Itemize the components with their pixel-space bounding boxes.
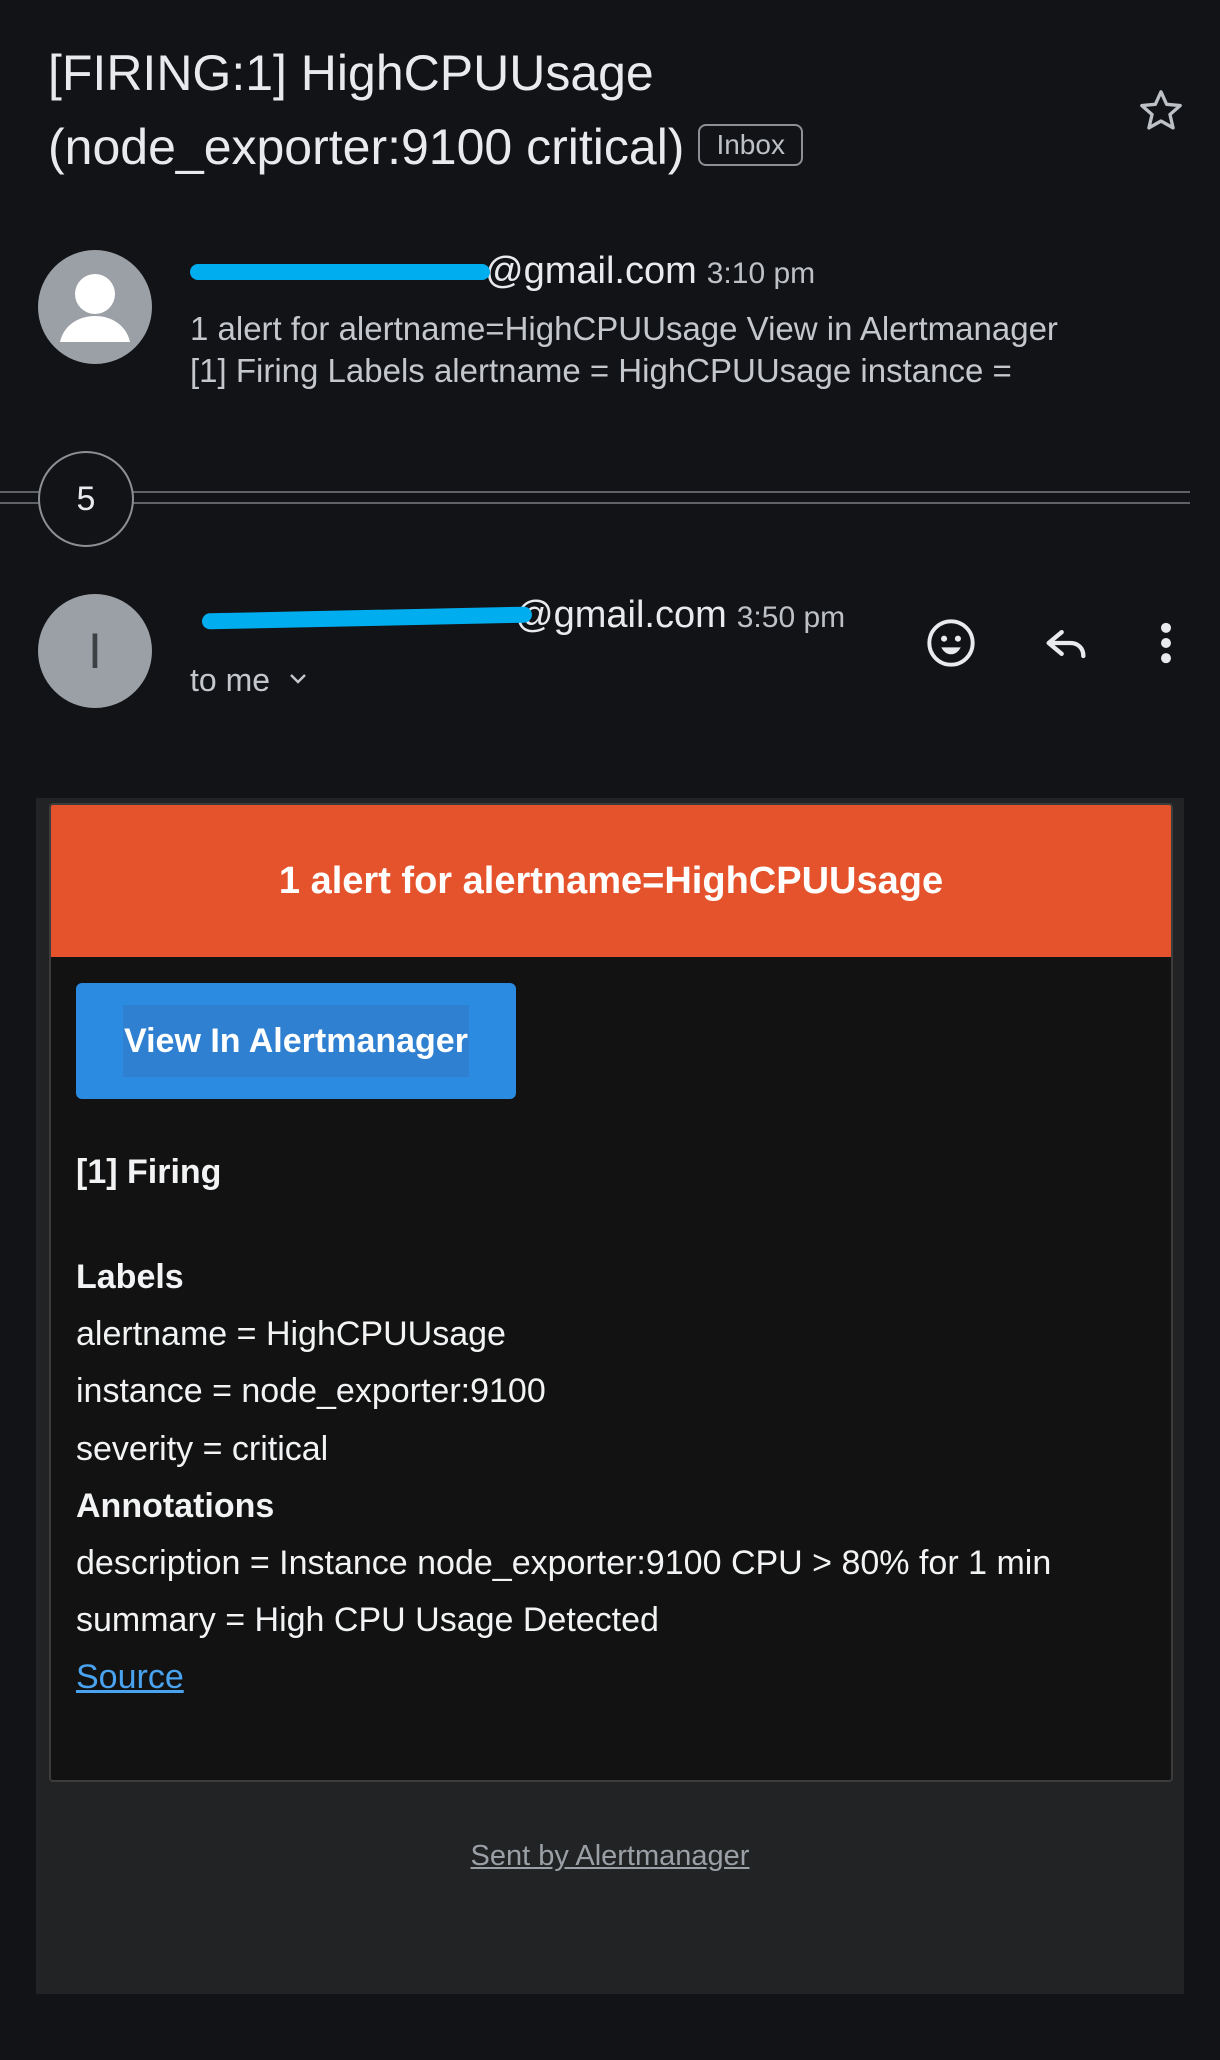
avatar-person-icon[interactable] bbox=[38, 250, 152, 364]
subject-line-2-text: (node_exporter:9100 critical) bbox=[48, 119, 685, 175]
firing-title: [1] Firing bbox=[76, 1153, 222, 1191]
annotations-title: Annotations bbox=[76, 1487, 275, 1525]
annotation-summary: summary = High CPU Usage Detected bbox=[76, 1601, 659, 1639]
view-in-alertmanager-button[interactable]: View In Alertmanager bbox=[76, 983, 516, 1099]
message-1-snippet-line-2[interactable]: [1] Firing Labels alertname = HighCPUUsa… bbox=[190, 350, 1012, 392]
source-link[interactable]: Source bbox=[76, 1658, 184, 1697]
label-instance: instance = node_exporter:9100 bbox=[76, 1372, 546, 1410]
message-2-sender-row[interactable]: @gmail.com 3:50 pm bbox=[190, 594, 890, 644]
message-1-sender-row[interactable]: @gmail.com 3:10 pm bbox=[190, 250, 1090, 300]
star-icon[interactable] bbox=[1136, 86, 1186, 136]
chevron-down-icon bbox=[286, 666, 310, 695]
message-1-snippet-line-1[interactable]: 1 alert for alertname=HighCPUUsage View … bbox=[190, 308, 1058, 350]
collapsed-divider-bottom bbox=[0, 502, 1190, 504]
label-alertname: alertname = HighCPUUsage bbox=[76, 1315, 506, 1353]
subject-line-2: (node_exporter:9100 critical) Inbox bbox=[48, 110, 1108, 184]
recipient-details-toggle[interactable]: to me bbox=[190, 660, 310, 700]
email-subject: [FIRING:1] HighCPUUsage (node_exporter:9… bbox=[48, 36, 1108, 184]
alert-card: 1 alert for alertname=HighCPUUsage View … bbox=[49, 803, 1173, 1782]
more-options-icon[interactable] bbox=[1146, 617, 1186, 669]
message-2-time: 3:50 pm bbox=[736, 601, 846, 634]
inbox-label-chip[interactable]: Inbox bbox=[698, 123, 803, 166]
emoji-icon[interactable] bbox=[925, 617, 977, 669]
message-1-time: 3:10 pm bbox=[706, 257, 816, 290]
label-severity: severity = critical bbox=[76, 1430, 329, 1468]
reply-icon[interactable] bbox=[1040, 617, 1092, 669]
collapsed-divider-top bbox=[0, 491, 1190, 493]
alert-header: 1 alert for alertname=HighCPUUsage bbox=[51, 805, 1171, 957]
annotation-description: description = Instance node_exporter:910… bbox=[76, 1544, 1052, 1582]
recipient-text: to me bbox=[190, 661, 271, 698]
sent-by-alertmanager-link[interactable]: Sent by Alertmanager bbox=[36, 1840, 1184, 1873]
sender-avatar[interactable]: I bbox=[38, 594, 152, 708]
collapsed-messages-count[interactable]: 5 bbox=[38, 451, 134, 547]
view-in-alertmanager-label: View In Alertmanager bbox=[123, 1005, 469, 1077]
redaction-mark bbox=[190, 264, 490, 280]
subject-line-1: [FIRING:1] HighCPUUsage bbox=[48, 45, 654, 101]
labels-title: Labels bbox=[76, 1258, 184, 1296]
